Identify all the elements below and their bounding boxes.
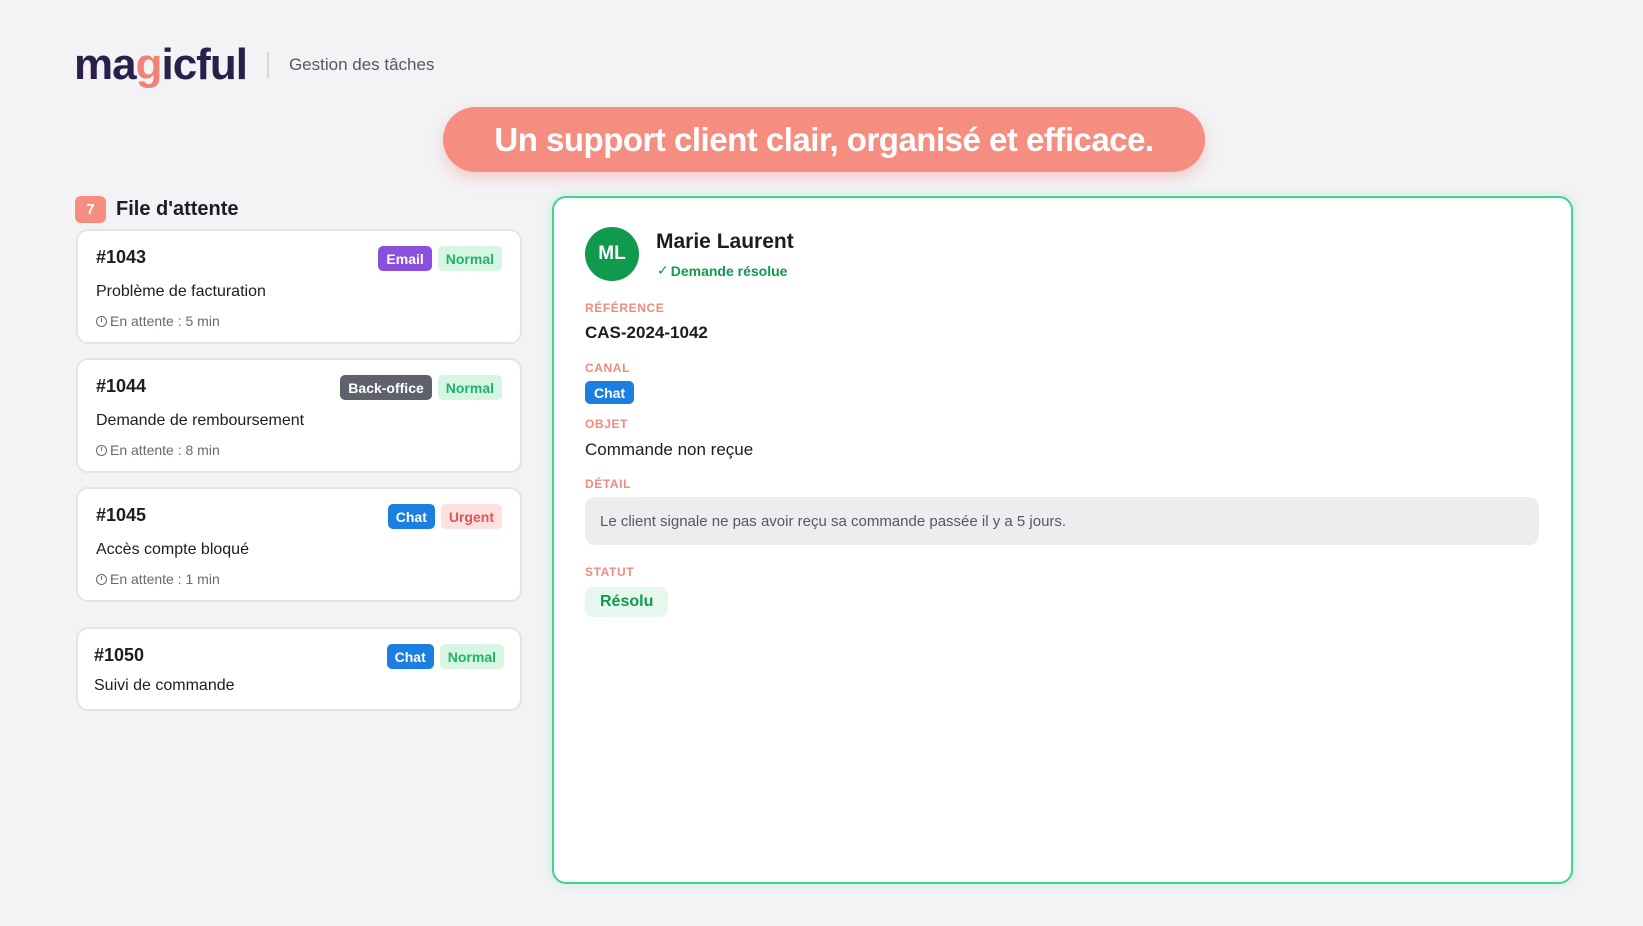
- logo-text-end: icful: [161, 40, 247, 89]
- ticket-id: #1050: [94, 645, 145, 665]
- ticket-wait-time: En attente : 5 min: [96, 313, 220, 329]
- priority-tag: Normal: [437, 375, 502, 400]
- priority-tag: Normal: [439, 644, 504, 669]
- subject-value: Commande non reçue: [585, 440, 754, 459]
- clock-icon: [96, 315, 107, 327]
- clock-icon: [96, 573, 107, 585]
- channel-tag: Chat: [387, 504, 435, 529]
- logo-text-g: g: [135, 40, 163, 89]
- status-label: STATUT: [585, 565, 635, 579]
- logo-text-start: ma: [74, 40, 137, 89]
- ticket-card-1050[interactable]: #1050 Chat Normal Suivi de commande: [76, 627, 522, 711]
- ticket-tags: Email Normal: [378, 246, 502, 271]
- reference-value: CAS-2024-1042: [585, 323, 708, 342]
- channel-tag: Email: [378, 246, 432, 271]
- subject-label: OBJET: [585, 417, 629, 431]
- queue-header: 7 File d'attente: [75, 196, 239, 223]
- ticket-card-1043[interactable]: #1043 Email Normal Problème de facturati…: [76, 229, 522, 344]
- ticket-detail-panel: ML Marie Laurent ✓ Demande résolue RÉFÉR…: [552, 196, 1573, 884]
- ticket-tags: Back-office Normal: [340, 375, 502, 400]
- detail-label: DÉTAIL: [585, 477, 632, 491]
- ticket-subject: Demande de remboursement: [96, 412, 305, 429]
- ticket-subject: Problème de facturation: [96, 283, 266, 300]
- channel-tag: Back-office: [340, 375, 432, 400]
- tagline-banner: Un support client clair, organisé et eff…: [443, 107, 1205, 172]
- header-divider: [266, 52, 269, 78]
- app-header: ma g icful Gestion des tâches: [74, 40, 434, 90]
- channel-value-wrap: Chat: [585, 381, 635, 404]
- detail-text-box: Le client signale ne pas avoir reçu sa c…: [585, 497, 1539, 545]
- ticket-card-1044[interactable]: #1044 Back-office Normal Demande de remb…: [76, 358, 522, 473]
- ticket-tags: Chat Urgent: [387, 504, 502, 529]
- ticket-id: #1043: [96, 247, 147, 267]
- priority-tag: Normal: [437, 246, 502, 271]
- reference-label: RÉFÉRENCE: [585, 301, 665, 315]
- resolved-note: ✓ Demande résolue: [657, 262, 787, 279]
- status-badge: Résolu: [585, 587, 669, 617]
- magicful-logo[interactable]: ma g icful: [74, 40, 248, 89]
- ticket-wait-text: En attente : 5 min: [110, 313, 220, 329]
- ticket-wait-text: En attente : 8 min: [110, 442, 220, 458]
- ticket-subject: Accès compte bloqué: [96, 541, 249, 558]
- ticket-wait-time: En attente : 1 min: [96, 571, 220, 587]
- ticket-card-1045[interactable]: #1045 Chat Urgent Accès compte bloqué En…: [76, 487, 522, 602]
- ticket-id: #1045: [96, 505, 147, 525]
- channel-value-tag: Chat: [585, 381, 635, 404]
- header-subtitle: Gestion des tâches: [288, 55, 435, 74]
- channel-tag: Chat: [386, 644, 434, 669]
- queue-title: File d'attente: [116, 198, 239, 220]
- check-icon: ✓: [657, 262, 669, 278]
- ticket-wait-time: En attente : 8 min: [96, 442, 220, 458]
- ticket-tags: Chat Normal: [386, 644, 504, 669]
- clock-icon: [96, 444, 107, 456]
- channel-label: CANAL: [585, 361, 630, 375]
- priority-tag: Urgent: [440, 504, 502, 529]
- customer-name: Marie Laurent: [656, 230, 794, 253]
- queue-count-badge: 7: [75, 196, 106, 223]
- resolved-note-text: Demande résolue: [670, 262, 788, 279]
- ticket-subject: Suivi de commande: [94, 677, 235, 694]
- ticket-id: #1044: [96, 376, 147, 396]
- avatar: ML: [585, 227, 639, 281]
- ticket-wait-text: En attente : 1 min: [110, 571, 220, 587]
